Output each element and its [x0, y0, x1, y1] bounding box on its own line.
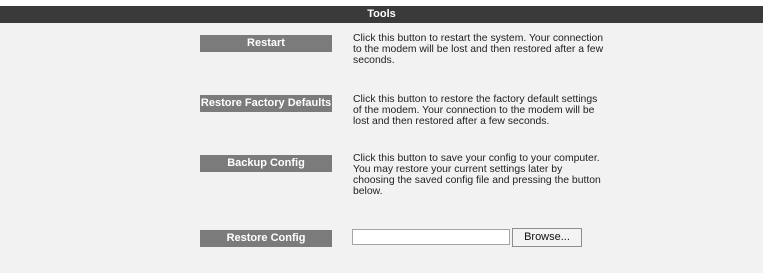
- restart-description-line: to the modem will be lost and then resto…: [353, 44, 604, 55]
- restart-description: Click this button to restart the system.…: [353, 33, 608, 66]
- backup-description-line: below.: [353, 186, 383, 197]
- restart-button[interactable]: Restart: [200, 35, 332, 52]
- restart-description-line: seconds.: [353, 55, 395, 66]
- backup-config-description: Click this button to save your config to…: [353, 153, 608, 197]
- backup-description-line: Click this button to save your config to…: [353, 153, 600, 164]
- backup-description-line: choosing the saved config file and press…: [353, 175, 601, 186]
- backup-description-line: You may restore your current settings la…: [353, 164, 563, 175]
- config-file-input[interactable]: [352, 229, 510, 245]
- browse-button[interactable]: Browse...: [512, 228, 582, 247]
- restore-factory-defaults-button[interactable]: Restore Factory Defaults: [200, 95, 332, 112]
- backup-config-button[interactable]: Backup Config: [200, 155, 332, 172]
- section-title: Tools: [0, 6, 763, 23]
- factory-defaults-description-line: of the modem. Your connection to the mod…: [353, 105, 595, 116]
- factory-defaults-description-line: Click this button to restore the factory…: [353, 94, 598, 105]
- restore-config-button[interactable]: Restore Config: [200, 230, 332, 247]
- factory-defaults-description-line: lost and then restored after a few secon…: [353, 116, 550, 127]
- factory-defaults-description: Click this button to restore the factory…: [353, 94, 608, 127]
- restart-description-line: Click this button to restart the system.…: [353, 33, 604, 44]
